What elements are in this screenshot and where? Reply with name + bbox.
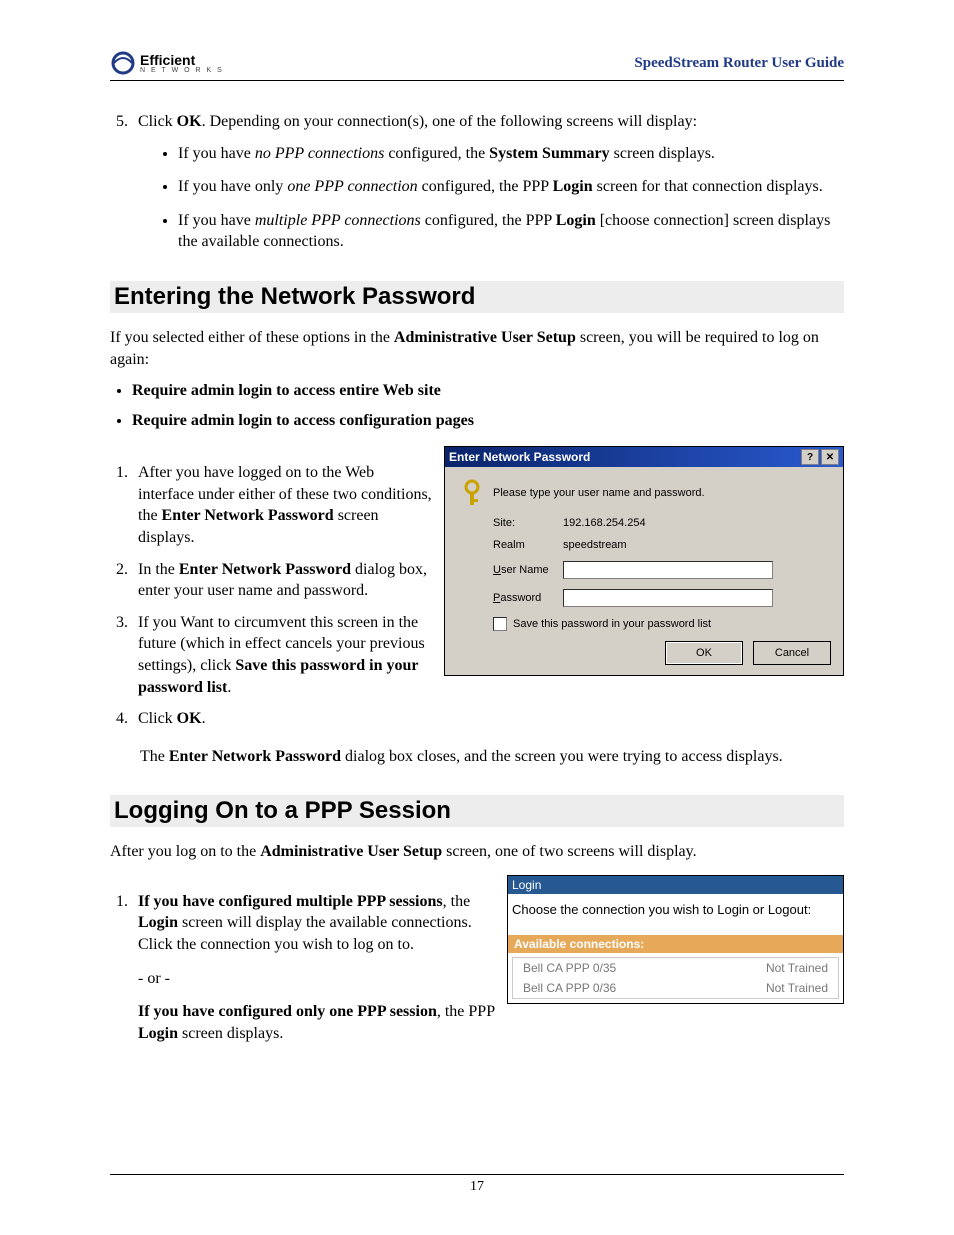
username-input[interactable]: [563, 561, 773, 579]
text: OK: [177, 113, 202, 130]
dialog-prompt: Please type your user name and password.: [493, 487, 705, 499]
connection-name: Bell CA PPP 0/35: [513, 958, 701, 978]
page-footer: 17: [110, 1174, 844, 1195]
help-button[interactable]: ?: [801, 449, 819, 465]
sec2-steps: If you have configured multiple PPP sess…: [132, 891, 495, 1045]
step-5: Click OK. Depending on your connection(s…: [132, 111, 844, 253]
step-list-top: Click OK. Depending on your connection(s…: [132, 111, 844, 253]
connection-name: Bell CA PPP 0/36: [513, 978, 701, 998]
close-button[interactable]: ✕: [821, 449, 839, 465]
guide-title: SpeedStream Router User Guide: [634, 55, 844, 72]
login-message: Choose the connection you wish to Login …: [508, 894, 843, 935]
key-icon: [459, 479, 493, 507]
opt-config-pages: Require admin login to access configurat…: [132, 412, 844, 430]
username-label: User Name: [493, 564, 563, 576]
enter-network-password-dialog: Enter Network Password ? ✕: [444, 446, 844, 676]
sec1-steps: After you have logged on to the Web inte…: [132, 462, 432, 730]
text: . Depending on your connection(s), one o…: [202, 113, 697, 130]
or-divider: - or -: [138, 968, 495, 990]
site-value: 192.168.254.254: [563, 517, 831, 529]
sec1-after: The Enter Network Password dialog box cl…: [140, 746, 844, 768]
login-panel: Login Choose the connection you wish to …: [507, 875, 844, 1004]
page-number: 17: [470, 1179, 484, 1194]
logo-main-text: Efficient: [140, 53, 224, 67]
sec2-intro: After you log on to the Administrative U…: [110, 841, 844, 863]
connections-table: Bell CA PPP 0/35 Not Trained Bell CA PPP…: [513, 958, 838, 998]
sec1-step3: If you Want to circumvent this screen in…: [132, 612, 432, 698]
password-input[interactable]: [563, 589, 773, 607]
connection-row[interactable]: Bell CA PPP 0/35 Not Trained: [513, 958, 838, 978]
connection-status: Not Trained: [701, 978, 838, 998]
ok-button[interactable]: OK: [665, 641, 743, 665]
sec1-step1: After you have logged on to the Web inte…: [132, 462, 432, 548]
opt-entire-site: Require admin login to access entire Web…: [132, 382, 844, 400]
connection-row[interactable]: Bell CA PPP 0/36 Not Trained: [513, 978, 838, 998]
bullet-one-ppp: If you have only one PPP connection conf…: [178, 176, 844, 198]
dialog-title: Enter Network Password: [449, 450, 590, 464]
cancel-button[interactable]: Cancel: [753, 641, 831, 665]
connection-status: Not Trained: [701, 958, 838, 978]
sec1-intro: If you selected either of these options …: [110, 327, 844, 370]
password-label: Password: [493, 592, 563, 604]
text: Click: [138, 113, 177, 130]
sec1-step2: In the Enter Network Password dialog box…: [132, 559, 432, 602]
sec2-step1: If you have configured multiple PPP sess…: [132, 891, 495, 1045]
heading-enter-network-password: Entering the Network Password: [110, 281, 844, 313]
site-label: Site:: [493, 517, 563, 529]
logo-sub-text: N E T W O R K S: [140, 67, 224, 74]
bullet-multi-ppp: If you have multiple PPP connections con…: [178, 210, 844, 253]
sec1-step4: Click OK.: [132, 708, 432, 730]
logo-icon: [110, 50, 136, 76]
save-password-checkbox[interactable]: [493, 617, 507, 631]
logo: Efficient N E T W O R K S: [110, 50, 224, 76]
realm-label: Realm: [493, 539, 563, 551]
save-password-label: Save this password in your password list: [513, 618, 711, 630]
page-header: Efficient N E T W O R K S SpeedStream Ro…: [110, 50, 844, 81]
login-title: Login: [508, 876, 843, 894]
realm-value: speedstream: [563, 539, 831, 551]
heading-ppp-session: Logging On to a PPP Session: [110, 795, 844, 827]
available-connections-header: Available connections:: [508, 935, 843, 953]
bullet-no-ppp: If you have no PPP connections configure…: [178, 143, 844, 165]
